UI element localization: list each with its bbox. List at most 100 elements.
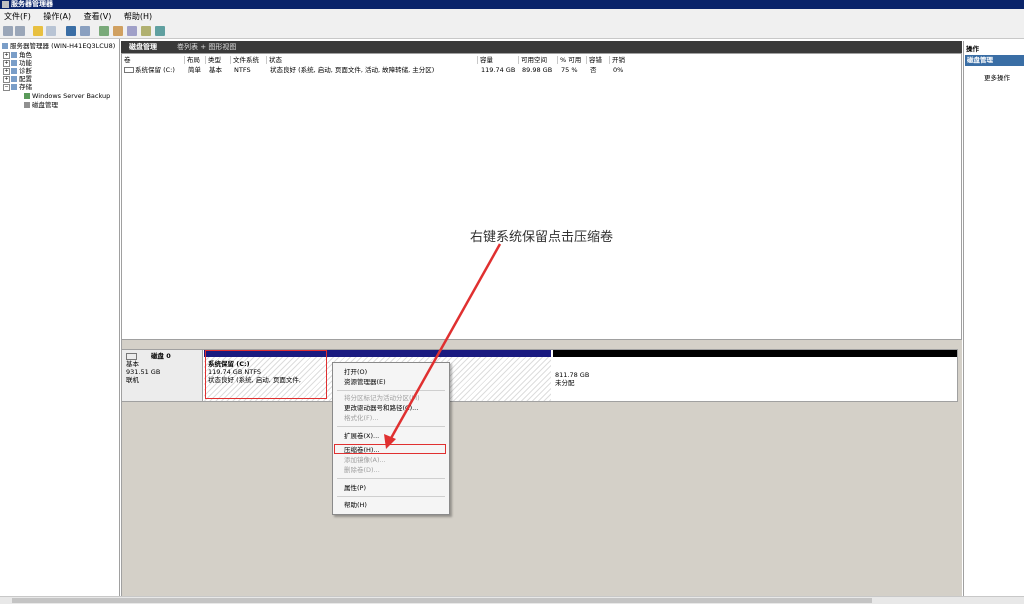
- menu-bar: 文件(F) 操作(A) 查看(V) 帮助(H): [0, 9, 1024, 25]
- tree-item-label: 配置: [19, 75, 32, 83]
- navigation-tree: 服务器管理器 (WIN-H41EQ3LCU8) + 角色 + 功能 + 诊断 + 配置 …: [0, 39, 120, 603]
- tree-item-diagnostics[interactable]: + 诊断: [3, 67, 32, 75]
- context-menu: 打开(O) 资源管理器(E) 将分区标记为活动分区(M) 更改驱动器号和路径(C…: [332, 362, 450, 515]
- type-cell: 基本: [209, 66, 222, 74]
- features-icon: [11, 60, 17, 66]
- tree-item-label: 磁盘管理: [32, 101, 58, 109]
- menu-item-help[interactable]: 帮助(H): [344, 501, 367, 510]
- column-header-percent-free[interactable]: % 可用: [559, 56, 587, 64]
- tree-item-label: 存储: [19, 83, 32, 91]
- page-title: 磁盘管理: [129, 43, 157, 51]
- view-icon[interactable]: [80, 26, 90, 36]
- disk-type: 基本: [126, 360, 139, 368]
- partition-unallocated[interactable]: 811.78 GB 未分配: [553, 350, 957, 401]
- tree-root-label: 服务器管理器 (WIN-H41EQ3LCU8): [10, 42, 116, 50]
- disk-name: 磁盘 0: [151, 352, 171, 360]
- open-icon[interactable]: [113, 26, 123, 36]
- tree-item-label: Windows Server Backup: [32, 92, 111, 100]
- menu-separator: [337, 496, 445, 497]
- roles-icon: [11, 52, 17, 58]
- column-header-type[interactable]: 类型: [207, 56, 231, 64]
- expand-icon[interactable]: +: [3, 67, 10, 75]
- show-hide-tree-icon[interactable]: [46, 26, 56, 36]
- partition-status: 未分配: [555, 379, 575, 387]
- status-cell: 状态良好 (系统, 启动, 页面文件, 活动, 故障转储, 主分区): [270, 66, 435, 74]
- backup-icon: [24, 93, 30, 99]
- menu-item-extend-volume[interactable]: 扩展卷(X)...: [344, 432, 379, 441]
- annotation-text: 右键系统保留点击压缩卷: [470, 230, 614, 245]
- forward-icon[interactable]: [15, 26, 25, 36]
- properties-icon[interactable]: [155, 26, 165, 36]
- more-actions-link[interactable]: 更多操作: [984, 72, 1010, 82]
- diagnostics-icon: [11, 68, 17, 74]
- disk-size: 931.51 GB: [126, 368, 161, 376]
- filesystem-cell: NTFS: [234, 66, 251, 74]
- partition-body: 811.78 GB 未分配: [553, 357, 957, 401]
- tree-root[interactable]: 服务器管理器 (WIN-H41EQ3LCU8): [2, 42, 115, 50]
- column-header-filesystem[interactable]: 文件系统: [232, 56, 267, 64]
- disk-icon[interactable]: [141, 26, 151, 36]
- menu-item-open[interactable]: 打开(O): [344, 368, 367, 377]
- free-space-cell: 89.98 GB: [522, 66, 553, 74]
- menu-item-delete-volume: 删除卷(D)...: [344, 466, 380, 474]
- up-folder-icon[interactable]: [33, 26, 43, 36]
- highlight-partition-box: [205, 350, 327, 399]
- column-header-fault-tolerance[interactable]: 容错: [588, 56, 610, 64]
- back-icon[interactable]: [3, 26, 13, 36]
- refresh-icon[interactable]: [99, 26, 109, 36]
- tree-item-roles[interactable]: + 角色: [3, 51, 32, 59]
- column-header-status[interactable]: 状态: [268, 56, 478, 64]
- scrollbar-thumb[interactable]: [12, 598, 872, 603]
- disk-status: 联机: [126, 376, 139, 384]
- expand-icon[interactable]: +: [3, 75, 10, 83]
- tree-item-disk-management[interactable]: 磁盘管理: [24, 101, 58, 109]
- disk-icon: [126, 352, 137, 360]
- overhead-cell: 0%: [613, 66, 624, 74]
- volume-icon: [124, 67, 134, 73]
- percent-free-cell: 75 %: [561, 66, 578, 74]
- menu-view[interactable]: 查看(V): [84, 12, 118, 21]
- menu-item-format: 格式化(F)...: [344, 414, 379, 422]
- menu-action[interactable]: 操作(A): [43, 12, 77, 21]
- menu-help[interactable]: 帮助(H): [124, 12, 158, 21]
- tree-item-label: 角色: [19, 51, 32, 59]
- column-header-free-space[interactable]: 可用空间: [520, 56, 558, 64]
- menu-item-change-drive-letter[interactable]: 更改驱动器号和路径(C)...: [344, 404, 418, 413]
- layout-cell: 简单: [188, 66, 201, 74]
- column-header-volume[interactable]: 卷: [123, 56, 185, 64]
- tree-item-label: 诊断: [19, 67, 32, 75]
- server-icon: [2, 43, 8, 49]
- tree-item-windows-server-backup[interactable]: Windows Server Backup: [24, 92, 110, 100]
- expand-icon[interactable]: +: [3, 59, 10, 67]
- volume-list: 卷 布局 类型 文件系统 状态 容量 可用空间 % 可用 容错 开销 系统保留 …: [121, 53, 962, 340]
- volume-name: 系统保留 (C:): [135, 66, 175, 74]
- menu-separator: [337, 390, 445, 391]
- view-subtitle: 卷列表 + 图形视图: [177, 43, 237, 51]
- menu-file[interactable]: 文件(F): [4, 12, 37, 21]
- menu-item-properties[interactable]: 属性(P): [344, 484, 366, 493]
- actions-pane: 操作 磁盘管理 更多操作: [963, 41, 1024, 603]
- column-header-capacity[interactable]: 容量: [479, 56, 519, 64]
- fault-tolerance-cell: 否: [590, 66, 597, 74]
- tree-item-features[interactable]: + 功能: [3, 59, 32, 67]
- menu-item-explorer[interactable]: 资源管理器(E): [344, 378, 386, 387]
- menu-separator: [337, 478, 445, 479]
- disk-management-icon: [24, 102, 30, 108]
- menu-item-mark-active: 将分区标记为活动分区(M): [344, 394, 420, 402]
- collapse-icon[interactable]: −: [3, 83, 10, 91]
- expand-icon[interactable]: +: [3, 51, 10, 59]
- configuration-icon: [11, 76, 17, 82]
- storage-icon: [11, 84, 17, 90]
- actions-section-disk-management[interactable]: 磁盘管理: [965, 55, 1024, 66]
- toolbar: [0, 25, 1024, 39]
- column-header-layout[interactable]: 布局: [186, 56, 206, 64]
- tree-item-label: 功能: [19, 59, 32, 67]
- tree-item-storage[interactable]: − 存储: [3, 83, 32, 91]
- window-title: 服务器管理器: [11, 0, 53, 8]
- column-header-overhead[interactable]: 开销: [611, 56, 651, 64]
- help-icon[interactable]: [66, 26, 76, 36]
- disk-label[interactable]: 磁盘 0 基本 931.51 GB 联机: [122, 350, 203, 401]
- title-bar: 服务器管理器: [0, 0, 1024, 9]
- tree-item-configuration[interactable]: + 配置: [3, 75, 32, 83]
- rescan-icon[interactable]: [127, 26, 137, 36]
